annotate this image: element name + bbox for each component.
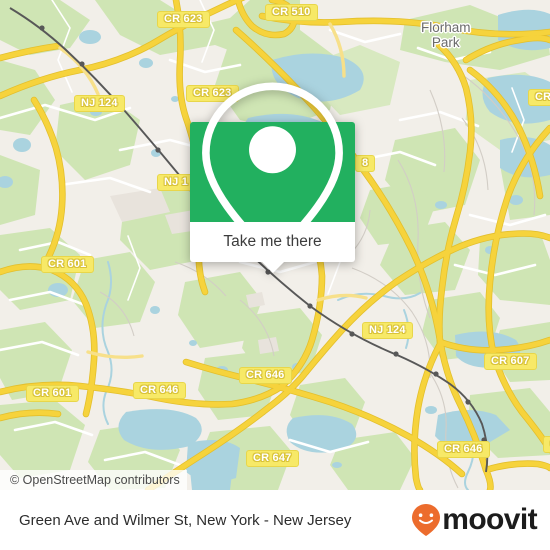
shield-cr-508: 8	[355, 155, 376, 172]
shield-nj-124-north: NJ 124	[74, 95, 125, 112]
moovit-wordmark: moovit	[442, 503, 537, 536]
shield-cr-646-west: CR 646	[133, 382, 186, 399]
place-label-florham-park: Florham Park	[421, 20, 471, 50]
shield-nj-124-east: NJ 124	[362, 322, 413, 339]
moovit-pin-icon	[412, 504, 441, 536]
moovit-map-page: .grn { fill:#cfe5b4; } .grn2 { fill:#d8e…	[0, 0, 550, 550]
footer-bar: Green Ave and Wilmer St, New York - New …	[0, 490, 550, 550]
location-popup-card[interactable]: Take me there	[190, 82, 355, 273]
map-pin-icon	[202, 82, 343, 264]
shield-cr-601-south: CR 601	[26, 385, 79, 402]
map-canvas[interactable]: .grn { fill:#cfe5b4; } .grn2 { fill:#d8e…	[0, 0, 550, 490]
popup-pointer	[261, 262, 284, 273]
location-title: Green Ave and Wilmer St, New York - New …	[19, 511, 352, 529]
osm-attribution[interactable]: © OpenStreetMap contributors	[0, 470, 187, 490]
moovit-logo[interactable]: moovit	[411, 503, 550, 537]
take-me-there-label: Take me there	[223, 233, 322, 250]
shield-cr-646-south: CR 646	[437, 441, 490, 458]
shield-cr-647: CR 647	[246, 450, 299, 467]
shield-cr-607: CR 607	[484, 353, 537, 370]
shield-cr-601-north: CR 601	[41, 256, 94, 273]
shield-cr-right-top: CR	[528, 89, 550, 106]
shield-cr-right-low: C	[543, 436, 550, 453]
popup-pin-area	[190, 82, 355, 264]
